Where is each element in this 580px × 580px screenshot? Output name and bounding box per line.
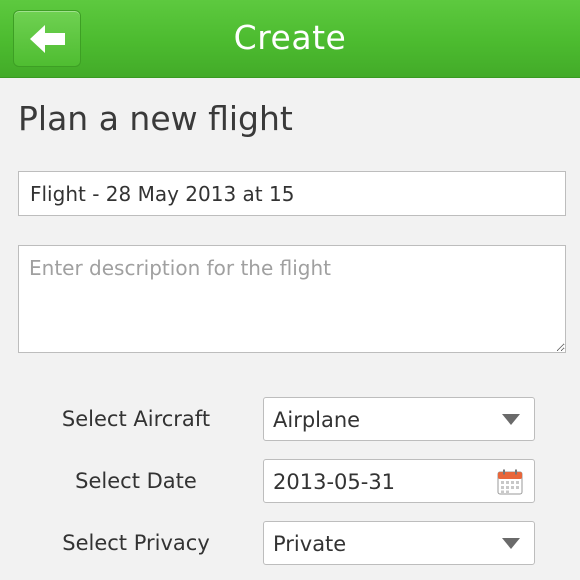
privacy-selected-value: Private: [273, 532, 347, 556]
chevron-down-icon: [502, 538, 520, 549]
header-title: Create: [233, 18, 347, 57]
chevron-down-icon: [502, 414, 520, 425]
date-picker[interactable]: 2013-05-31: [263, 459, 535, 503]
privacy-label: Select Privacy: [62, 531, 210, 555]
app-header: Create: [0, 0, 580, 78]
aircraft-select[interactable]: Airplane: [263, 397, 535, 441]
date-value: 2013-05-31: [273, 470, 396, 494]
aircraft-label: Select Aircraft: [61, 407, 211, 431]
page-title: Plan a new flight: [18, 99, 293, 138]
date-label: Select Date: [75, 469, 197, 493]
privacy-select[interactable]: Private: [263, 521, 535, 565]
calendar-icon[interactable]: [497, 469, 523, 495]
flight-name-input[interactable]: [18, 171, 566, 216]
aircraft-selected-value: Airplane: [273, 408, 361, 432]
flight-description-field[interactable]: [18, 245, 566, 353]
